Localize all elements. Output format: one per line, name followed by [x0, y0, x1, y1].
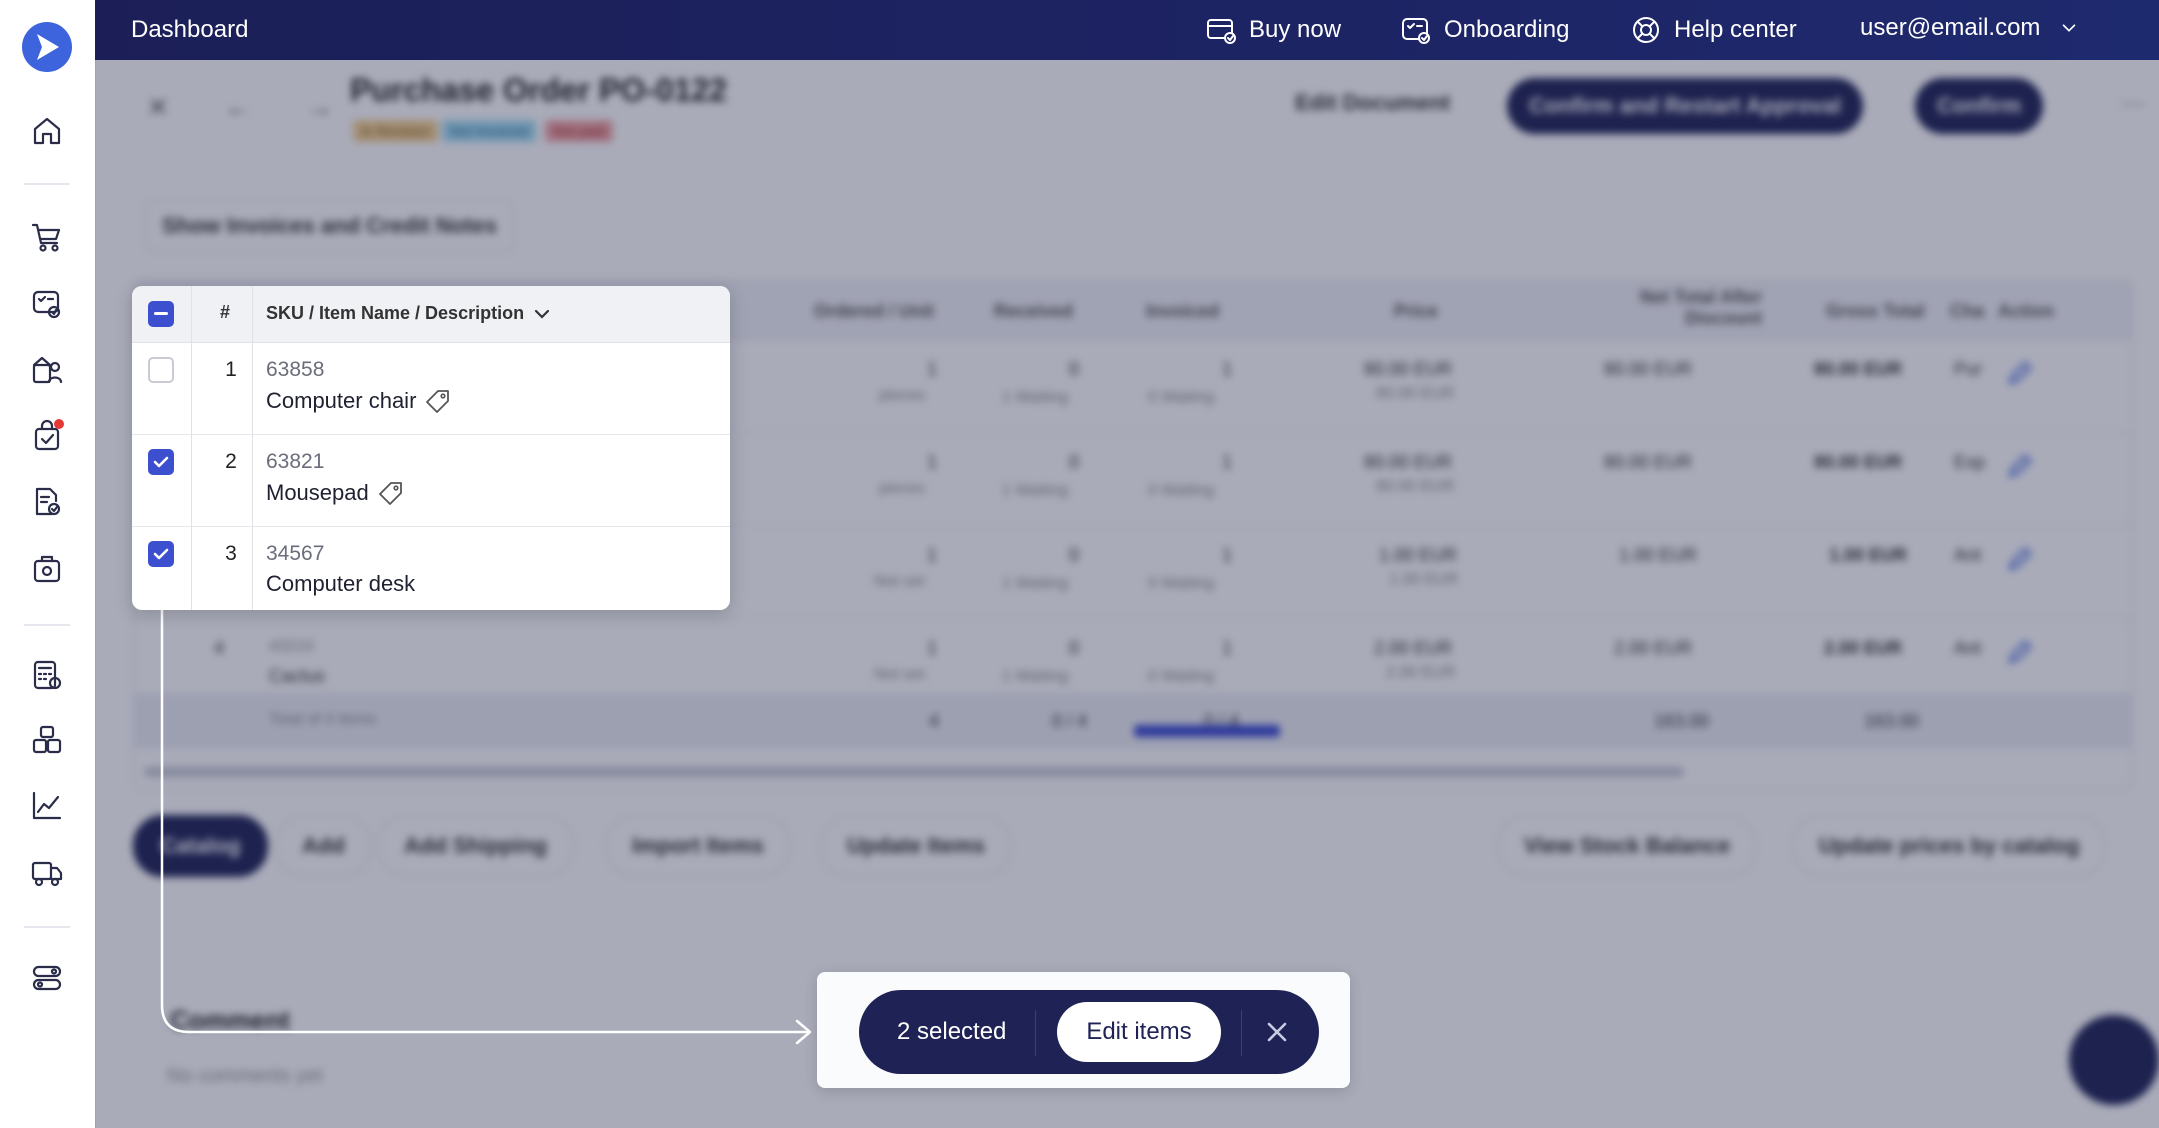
- row-number: 1: [225, 358, 237, 381]
- item-sku: 63821: [266, 450, 325, 473]
- calculator-icon[interactable]: [27, 655, 67, 695]
- orders-icon[interactable]: [27, 416, 67, 456]
- buy-now-label: Buy now: [1249, 16, 1342, 43]
- help-center-label: Help center: [1674, 16, 1797, 43]
- row-number: 2: [225, 450, 237, 473]
- close-icon[interactable]: [1263, 1018, 1291, 1046]
- item-name: Mousepad: [266, 479, 405, 507]
- chevron-down-icon: [534, 309, 550, 319]
- column-divider: [191, 286, 192, 610]
- minus-icon: [154, 312, 168, 315]
- column-divider: [252, 286, 253, 610]
- inventory-icon[interactable]: [27, 720, 67, 760]
- panel-header: # SKU / Item Name / Description: [132, 286, 730, 343]
- item-name: Computer desk: [266, 571, 415, 597]
- row-checkbox[interactable]: [148, 541, 174, 567]
- notification-dot: [54, 419, 64, 429]
- suppliers-icon[interactable]: [27, 350, 67, 390]
- buy-now-link[interactable]: Buy now: [1205, 14, 1341, 46]
- top-bar: Dashboard Buy now Onboarding Help center…: [95, 0, 2159, 60]
- selected-items-panel: # SKU / Item Name / Description 1 63858 …: [132, 286, 730, 610]
- selection-toolbar-frame: 2 selected Edit items: [817, 972, 1350, 1088]
- col-item-header[interactable]: SKU / Item Name / Description: [266, 303, 550, 324]
- item-sku: 63858: [266, 358, 325, 381]
- row-checkbox[interactable]: [148, 449, 174, 475]
- cart-icon[interactable]: [27, 217, 67, 257]
- item-name-label: Computer chair: [266, 388, 417, 413]
- onboarding-link[interactable]: Onboarding: [1400, 14, 1569, 46]
- card-icon: [1207, 19, 1236, 44]
- play-logo-icon: [37, 34, 59, 60]
- selected-count: 2 selected: [897, 1018, 1007, 1045]
- analytics-icon[interactable]: [27, 786, 67, 826]
- tag-icon[interactable]: [377, 479, 405, 507]
- item-name-label: Computer desk: [266, 571, 416, 596]
- chevron-down-icon: [2063, 24, 2076, 32]
- col-item-header-label: SKU / Item Name / Description: [266, 303, 525, 323]
- edit-items-button[interactable]: Edit items: [1057, 1002, 1221, 1062]
- selection-toolbar: 2 selected Edit items: [859, 990, 1319, 1074]
- user-menu[interactable]: user@email.com: [1860, 14, 2080, 42]
- toolbar-divider: [1241, 1010, 1242, 1056]
- select-all-checkbox[interactable]: [148, 301, 174, 327]
- checkmark-icon: [153, 456, 169, 468]
- tag-icon[interactable]: [424, 387, 452, 415]
- col-number-header: #: [220, 302, 231, 322]
- delivery-truck-icon[interactable]: [27, 852, 67, 892]
- home-icon[interactable]: [27, 111, 67, 151]
- item-sku: 34567: [266, 542, 325, 565]
- onboarding-label: Onboarding: [1444, 16, 1570, 43]
- item-name-label: Mousepad: [266, 480, 369, 505]
- checkmark-icon: [153, 548, 169, 560]
- lifebuoy-icon: [1633, 17, 1659, 43]
- help-center-link[interactable]: Help center: [1630, 14, 1797, 46]
- row-checkbox[interactable]: [148, 357, 174, 383]
- row-number: 3: [225, 542, 237, 565]
- table-row: 1 63858 Computer chair: [132, 342, 730, 435]
- page-title: Dashboard: [131, 16, 249, 43]
- invoices-icon[interactable]: [27, 482, 67, 522]
- settings-toggle-icon[interactable]: [27, 958, 67, 998]
- table-row: 2 63821 Mousepad: [132, 434, 730, 527]
- onboarding-icon: [1402, 18, 1430, 44]
- approvals-icon[interactable]: [27, 284, 67, 324]
- sidebar: [0, 0, 96, 1128]
- user-email: user@email.com: [1860, 14, 2041, 41]
- sidebar-divider: [24, 183, 70, 185]
- sidebar-divider: [24, 624, 70, 626]
- sidebar-divider: [24, 926, 70, 928]
- table-row: 3 34567 Computer desk: [132, 526, 730, 610]
- item-name: Computer chair: [266, 387, 452, 415]
- toolbar-divider: [1035, 1010, 1036, 1056]
- budget-icon[interactable]: [27, 549, 67, 589]
- app-logo[interactable]: [22, 22, 72, 72]
